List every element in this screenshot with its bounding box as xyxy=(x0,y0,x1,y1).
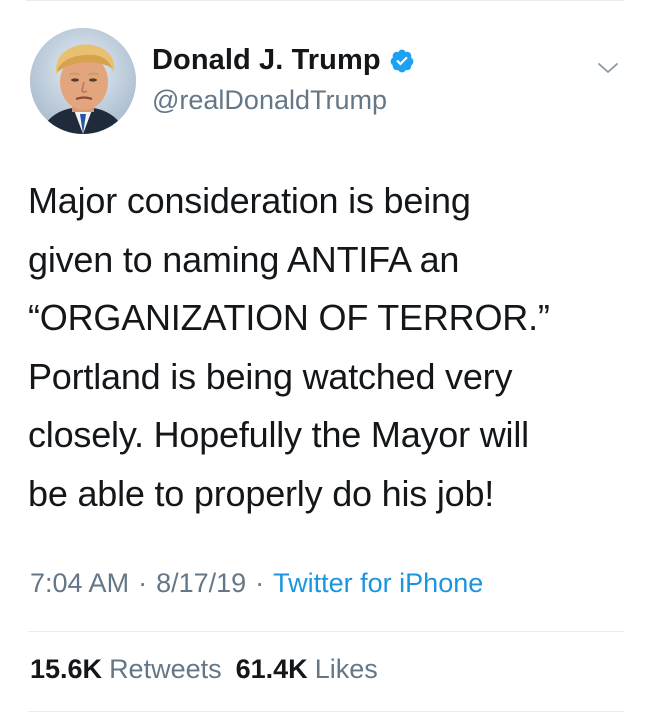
retweets-label[interactable]: Retweets xyxy=(109,654,222,685)
tweet-meta: 7:04 AM · 8/17/19 · Twitter for iPhone xyxy=(30,568,483,599)
stats-divider xyxy=(28,631,624,632)
tweet-stats: 15.6K Retweets 61.4K Likes xyxy=(30,654,392,685)
likes-label[interactable]: Likes xyxy=(315,654,378,685)
bottom-divider xyxy=(28,711,624,712)
tweet-source-link[interactable]: Twitter for iPhone xyxy=(273,568,483,599)
avatar[interactable] xyxy=(30,28,136,134)
author-handle[interactable]: @realDonaldTrump xyxy=(152,85,387,116)
tweet-date[interactable]: 8/17/19 xyxy=(156,568,246,599)
author-name-row: Donald J. Trump xyxy=(152,44,415,77)
top-divider xyxy=(26,0,624,1)
author-display-name[interactable]: Donald J. Trump xyxy=(152,44,381,77)
likes-count[interactable]: 61.4K xyxy=(236,654,308,685)
verified-badge-icon xyxy=(389,48,415,74)
tweet-menu-button[interactable] xyxy=(590,50,626,86)
tweet-header: Donald J. Trump @realDonaldTrump xyxy=(30,28,630,138)
meta-separator: · xyxy=(138,568,148,598)
tweet-time[interactable]: 7:04 AM xyxy=(30,568,129,599)
avatar-image xyxy=(30,28,136,134)
meta-separator: · xyxy=(255,568,265,598)
tweet-text: Major consideration is being given to na… xyxy=(28,180,550,514)
chevron-down-icon xyxy=(598,63,618,73)
retweets-count[interactable]: 15.6K xyxy=(30,654,102,685)
